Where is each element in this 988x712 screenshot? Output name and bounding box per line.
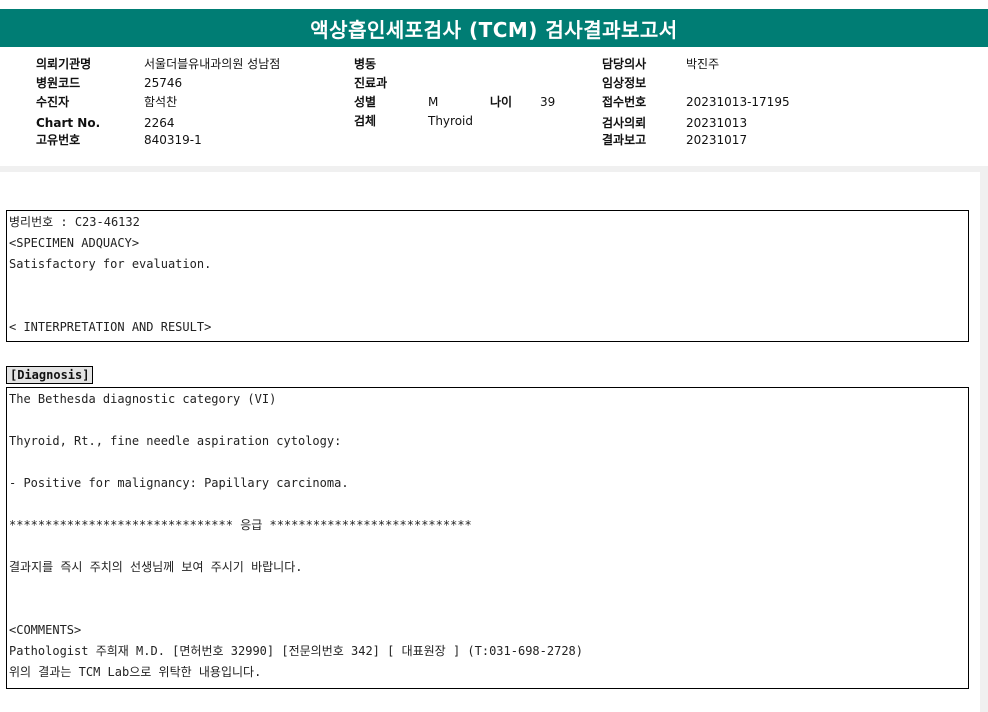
patient-info-header: 의뢰기관명 서울더블유내과의원 성남점 병원코드 25746 수진자 함석찬 C… [0,48,988,167]
cytology-line: Thyroid, Rt., fine needle aspiration cyt… [9,434,342,448]
unique-id-value: 840319-1 [144,133,202,147]
receipt-number-label: 접수번호 [602,95,647,109]
interpretation-heading: < INTERPRETATION AND RESULT> [9,320,212,334]
sex-value: M [428,95,439,109]
urgent-notice-line: 결과지를 즉시 주치의 선생님께 보여 주시기 바랍니다. [9,560,303,574]
clinical-info-label: 임상정보 [602,76,647,90]
patient-name-value: 함석찬 [144,95,178,109]
patient-name-label: 수진자 [36,95,70,109]
emergency-line: ******************************* 응급 *****… [9,518,472,532]
chart-no-value: 2264 [144,116,175,130]
test-request-date-label: 검사의뢰 [602,116,647,130]
specimen-adequacy-text: Satisfactory for evaluation. [9,257,212,271]
malignancy-line: - Positive for malignancy: Papillary car… [9,476,349,490]
department-label: 진료과 [354,76,388,90]
scroll-gutter [980,172,988,712]
hospital-code-value: 25746 [144,76,183,90]
age-value: 39 [540,95,556,109]
attending-physician-value: 박진주 [686,57,720,71]
specimen-adequacy-box: 병리번호 : C23-46132 <SPECIMEN ADQUACY> Sati… [6,210,969,342]
pathology-number-line: 병리번호 : C23-46132 [9,215,140,229]
chart-no-label: Chart No. [36,116,101,130]
requesting-institution-label: 의뢰기관명 [36,57,92,71]
result-report-date-label: 결과보고 [602,133,647,147]
comments-heading: <COMMENTS> [9,623,82,637]
test-request-date-value: 20231013 [686,116,748,130]
receipt-number-value: 20231013-17195 [686,95,790,109]
bethesda-category-line: The Bethesda diagnostic category (VI) [9,392,277,406]
unique-id-label: 고유번호 [36,133,81,147]
ward-label: 병동 [354,57,377,71]
report-title: 액상흡인세포검사 (TCM) 검사결과보고서 [0,9,988,47]
diagnosis-label: [Diagnosis] [6,366,94,384]
outsourced-notice-line: 위의 결과는 TCM Lab으로 위탁한 내용입니다. [9,665,262,679]
attending-physician-label: 담당의사 [602,57,647,71]
specimen-adequacy-heading: <SPECIMEN ADQUACY> [9,236,140,250]
result-report-date-value: 20231017 [686,133,748,147]
pathologist-line: Pathologist 주희재 M.D. [면허번호 32990] [전문의번호… [9,644,583,658]
hospital-code-label: 병원코드 [36,76,81,90]
sex-label: 성별 [354,95,377,109]
age-label: 나이 [490,95,513,109]
requesting-institution-value: 서울더블유내과의원 성남점 [144,57,281,71]
specimen-value: Thyroid [428,114,473,128]
diagnosis-box: The Bethesda diagnostic category (VI) Th… [6,387,969,689]
specimen-label: 검체 [354,114,377,128]
